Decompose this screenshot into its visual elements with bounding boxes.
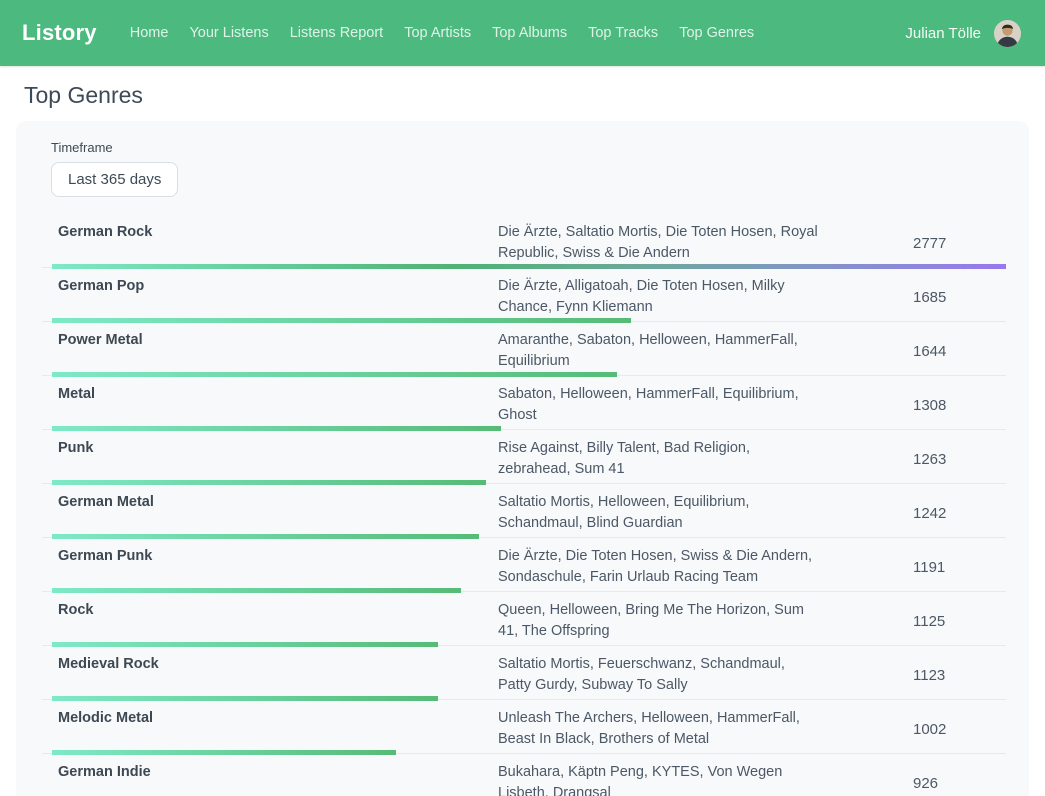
avatar-photo-placeholder: [994, 20, 1021, 47]
genre-row: German Pop Die Ärzte, Alligatoah, Die To…: [29, 269, 1017, 323]
genre-name: German Punk: [58, 546, 498, 567]
genre-artists: Saltatio Mortis, Feuerschwanz, Schandmau…: [498, 654, 820, 696]
timeframe-select[interactable]: Last 365 days: [51, 162, 178, 197]
genre-row: Metal Sabaton, Helloween, HammerFall, Eq…: [29, 377, 1017, 431]
genre-row: Medieval Rock Saltatio Mortis, Feuerschw…: [29, 647, 1017, 701]
genre-artists: Bukahara, Käptn Peng, KYTES, Von Wegen L…: [498, 762, 820, 796]
genre-artists: Die Ärzte, Die Toten Hosen, Swiss & Die …: [498, 546, 820, 588]
genre-artists: Amaranthe, Sabaton, Helloween, HammerFal…: [498, 330, 820, 372]
page-title: Top Genres: [24, 82, 1045, 109]
genre-row: German Rock Die Ärzte, Saltatio Mortis, …: [29, 215, 1017, 269]
genre-name: Medieval Rock: [58, 654, 498, 675]
nav-item-top-artists[interactable]: Top Artists: [404, 25, 471, 41]
genre-name: Metal: [58, 384, 498, 405]
genre-name: German Pop: [58, 276, 498, 297]
nav-item-top-albums[interactable]: Top Albums: [492, 25, 567, 41]
genre-row: Melodic Metal Unleash The Archers, Hello…: [29, 701, 1017, 755]
genre-name: Power Metal: [58, 330, 498, 351]
genre-artists: Die Ärzte, Alligatoah, Die Toten Hosen, …: [498, 276, 820, 318]
genre-name: Melodic Metal: [58, 708, 498, 729]
genre-artists: Saltatio Mortis, Helloween, Equilibrium,…: [498, 492, 820, 534]
genre-list: German Rock Die Ärzte, Saltatio Mortis, …: [29, 215, 1017, 796]
genre-count: 1242: [913, 505, 1005, 522]
genre-row: Punk Rise Against, Billy Talent, Bad Rel…: [29, 431, 1017, 485]
brand-logo[interactable]: Listory: [22, 20, 97, 46]
genre-name: Punk: [58, 438, 498, 459]
genre-count: 1308: [913, 397, 1005, 414]
genre-count: 1263: [913, 451, 1005, 468]
genre-count: 1644: [913, 343, 1005, 360]
nav-item-your-listens[interactable]: Your Listens: [189, 25, 268, 41]
main-navigation: Home Your Listens Listens Report Top Art…: [130, 25, 754, 41]
nav-item-top-genres[interactable]: Top Genres: [679, 25, 754, 41]
genre-count: 1191: [913, 559, 1005, 576]
genre-count: 1123: [913, 667, 1005, 684]
genre-row: German Metal Saltatio Mortis, Helloween,…: [29, 485, 1017, 539]
nav-item-listens-report[interactable]: Listens Report: [290, 25, 384, 41]
genre-artists: Queen, Helloween, Bring Me The Horizon, …: [498, 600, 820, 642]
user-menu[interactable]: Julian Tölle: [905, 20, 1021, 47]
genre-artists: Rise Against, Billy Talent, Bad Religion…: [498, 438, 820, 480]
nav-item-top-tracks[interactable]: Top Tracks: [588, 25, 658, 41]
genre-artists: Sabaton, Helloween, HammerFall, Equilibr…: [498, 384, 820, 426]
top-genres-card: Timeframe Last 365 days German Rock Die …: [16, 121, 1029, 796]
user-name[interactable]: Julian Tölle: [905, 25, 981, 42]
genre-row: Rock Queen, Helloween, Bring Me The Hori…: [29, 593, 1017, 647]
user-avatar[interactable]: [994, 20, 1021, 47]
genre-name: German Metal: [58, 492, 498, 513]
genre-artists: Unleash The Archers, Helloween, HammerFa…: [498, 708, 820, 750]
nav-item-home[interactable]: Home: [130, 25, 169, 41]
genre-count: 1002: [913, 721, 1005, 738]
genre-row: German Indie Bukahara, Käptn Peng, KYTES…: [29, 755, 1017, 796]
genre-name: Rock: [58, 600, 498, 621]
genre-artists: Die Ärzte, Saltatio Mortis, Die Toten Ho…: [498, 222, 820, 264]
genre-count: 1685: [913, 289, 1005, 306]
genre-name: German Indie: [58, 762, 498, 783]
genre-name: German Rock: [58, 222, 498, 243]
genre-count: 926: [913, 775, 1005, 792]
timeframe-label: Timeframe: [51, 140, 1017, 155]
timeframe-filter: Timeframe Last 365 days: [51, 140, 1017, 197]
genre-count: 1125: [913, 613, 1005, 630]
genre-row: German Punk Die Ärzte, Die Toten Hosen, …: [29, 539, 1017, 593]
genre-count: 2777: [913, 235, 1005, 252]
genre-row: Power Metal Amaranthe, Sabaton, Hellowee…: [29, 323, 1017, 377]
top-navbar: Listory Home Your Listens Listens Report…: [0, 0, 1045, 66]
